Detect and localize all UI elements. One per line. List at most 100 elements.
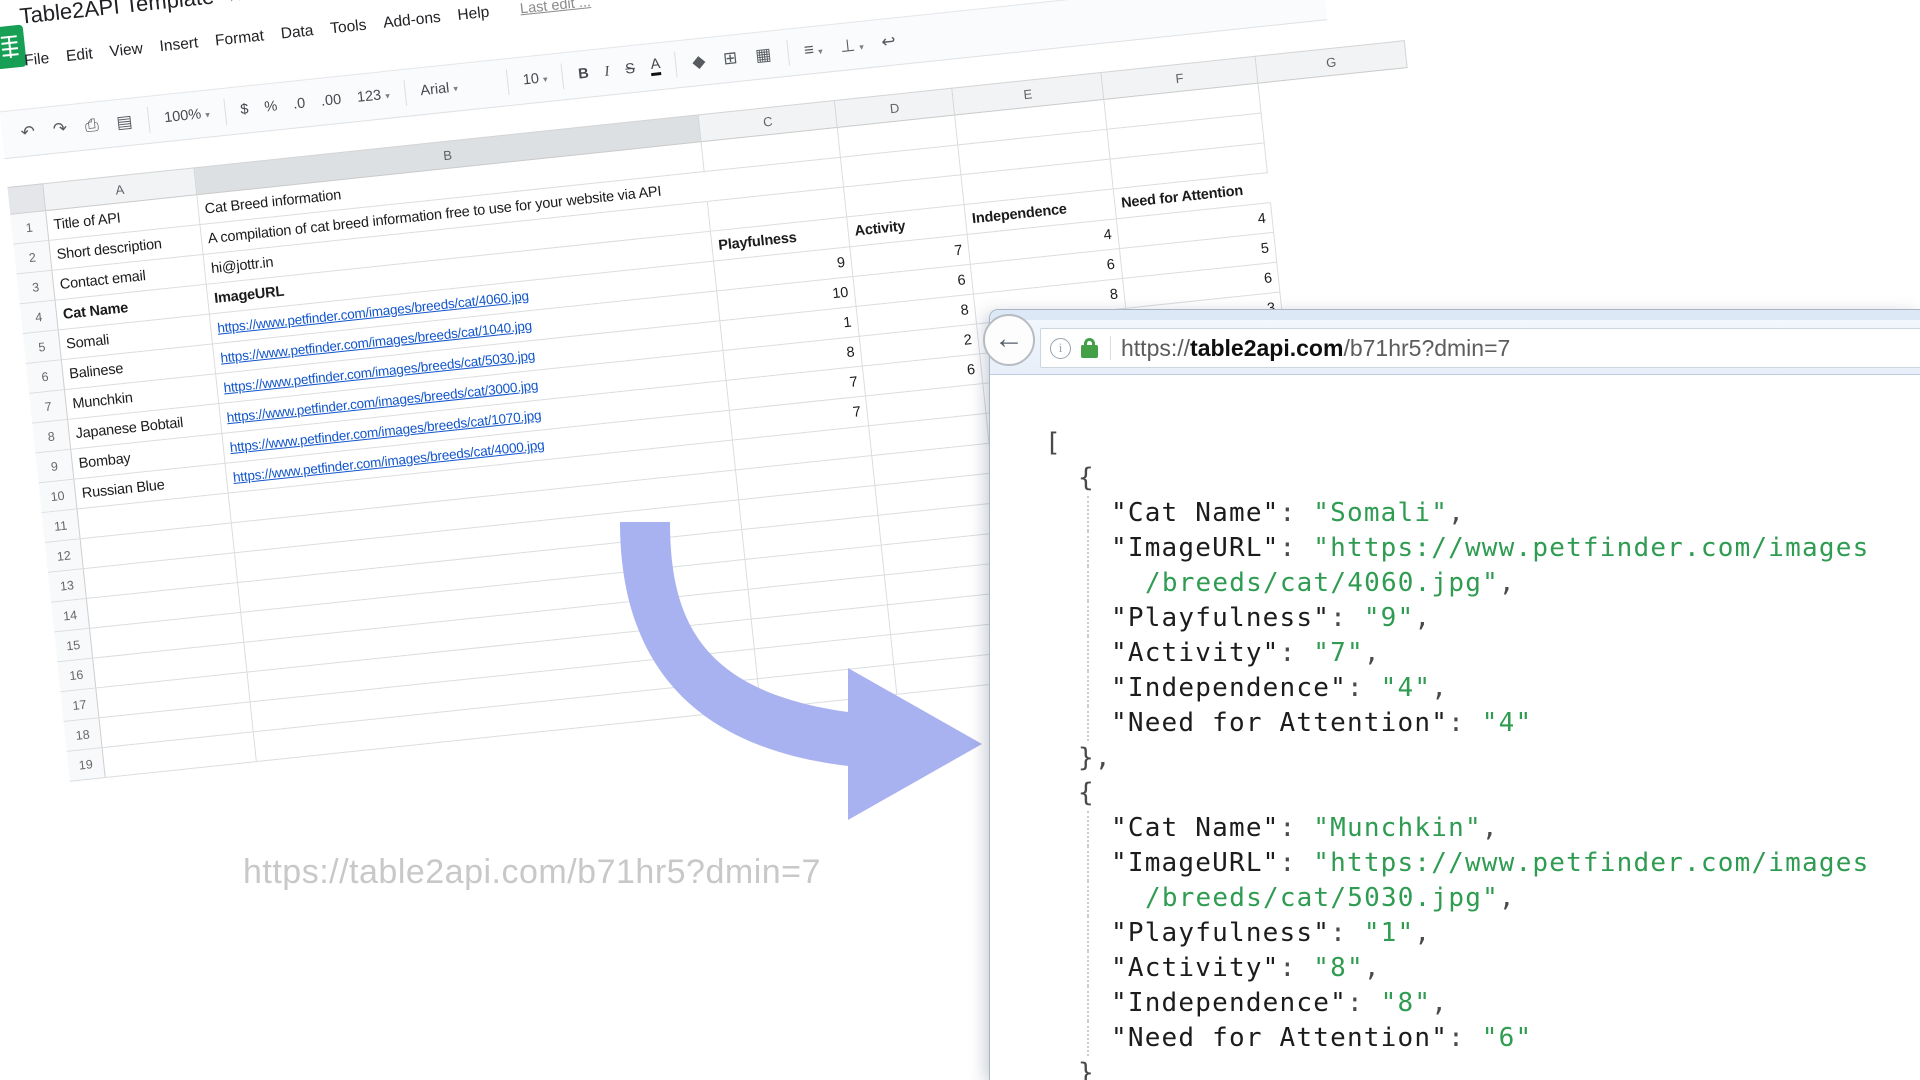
secure-lock-icon[interactable] xyxy=(1081,345,1098,358)
menu-view[interactable]: View xyxy=(109,40,144,61)
json-line-15: "Playfulness": "1", xyxy=(990,916,1920,951)
text-color-button[interactable]: A xyxy=(650,57,661,75)
json-line-16: "Activity": "8", xyxy=(990,951,1920,986)
json-punctuation: , xyxy=(1364,953,1381,983)
last-edit-link[interactable]: Last edit ... xyxy=(519,0,591,17)
menu-add-ons[interactable]: Add-ons xyxy=(382,9,441,33)
bold-button[interactable]: B xyxy=(577,66,589,83)
json-value: "Munchkin" xyxy=(1313,813,1482,843)
paint-format-icon[interactable]: ▤ xyxy=(115,112,133,134)
row-number-15[interactable]: 15 xyxy=(54,629,93,663)
json-response-view: [ { "Cat Name": "Somali","ImageURL": "http… xyxy=(990,375,1920,1080)
row-number-13[interactable]: 13 xyxy=(48,569,87,603)
row-number-2[interactable]: 2 xyxy=(14,241,53,275)
chevron-down-icon: ▾ xyxy=(385,91,391,101)
json-value: "8" xyxy=(1313,953,1364,983)
json-key: "Need for Attention" xyxy=(1111,708,1448,738)
menu-data[interactable]: Data xyxy=(280,22,314,43)
page-info-icon[interactable]: i xyxy=(1050,338,1071,359)
more-formats-button[interactable]: 123▾ xyxy=(356,87,390,106)
row-number-18[interactable]: 18 xyxy=(64,718,103,752)
json-punctuation: , xyxy=(1448,498,1465,528)
document-title[interactable]: Table2API Template xyxy=(18,0,215,30)
menu-edit[interactable]: Edit xyxy=(65,45,93,66)
json-value: /breeds/cat/4060.jpg" xyxy=(1145,568,1499,598)
json-line-4: "ImageURL": "https://www.petfinder.com/i… xyxy=(990,531,1920,566)
json-punctuation: : xyxy=(1448,708,1482,738)
row-number-8[interactable]: 8 xyxy=(32,420,71,454)
url-bar[interactable]: i https://table2api.com/b71hr5?dmin=7 xyxy=(1040,328,1920,368)
font-size-select[interactable]: 10▾ xyxy=(522,70,548,88)
menu-format[interactable]: Format xyxy=(214,27,265,50)
row-number-6[interactable]: 6 xyxy=(26,360,65,394)
row-number-17[interactable]: 17 xyxy=(61,688,100,722)
borders-icon[interactable]: ⊞ xyxy=(722,48,738,69)
row-number-10[interactable]: 10 xyxy=(39,480,78,514)
zoom-select[interactable]: 100%▾ xyxy=(163,105,210,126)
json-value: "9" xyxy=(1364,603,1415,633)
sheet-titlebar: Table2API Template ☆ xyxy=(18,0,275,33)
json-punctuation: , xyxy=(1499,568,1516,598)
toolbar-divider xyxy=(403,80,407,106)
menu-tools[interactable]: Tools xyxy=(329,17,367,39)
row-number-11[interactable]: 11 xyxy=(42,509,81,543)
merge-cells-icon[interactable]: ▦ xyxy=(754,44,772,66)
json-line-3: "Cat Name": "Somali", xyxy=(990,496,1920,531)
toolbar-divider xyxy=(674,51,678,77)
print-icon[interactable]: ⎙ xyxy=(84,115,100,136)
json-value: "6" xyxy=(1482,1023,1533,1053)
json-line-12: "Cat Name": "Munchkin", xyxy=(990,811,1920,846)
row-number-19[interactable]: 19 xyxy=(67,748,106,782)
decrease-decimals-button[interactable]: .0 xyxy=(292,95,306,112)
menu-help[interactable]: Help xyxy=(457,4,491,25)
json-key: "Activity" xyxy=(1111,953,1280,983)
row-number-7[interactable]: 7 xyxy=(29,390,68,424)
json-line-10: }, xyxy=(990,741,1920,776)
back-button[interactable]: ← xyxy=(983,314,1035,366)
row-number-3[interactable]: 3 xyxy=(17,271,56,305)
chevron-down-icon: ▾ xyxy=(205,109,211,119)
json-punctuation: : xyxy=(1330,918,1364,948)
url-domain: table2api.com xyxy=(1190,335,1343,361)
url-scheme: https:// xyxy=(1121,335,1190,361)
row-number-12[interactable]: 12 xyxy=(45,539,84,573)
json-punctuation: : xyxy=(1280,813,1314,843)
increase-decimals-button[interactable]: .00 xyxy=(320,92,342,110)
browser-toolbar: ← i https://table2api.com/b71hr5?dmin=7 xyxy=(990,320,1920,375)
horizontal-align-icon[interactable]: ≡▾ xyxy=(803,39,823,61)
json-punctuation: } xyxy=(1078,1058,1095,1080)
strikethrough-button[interactable]: S xyxy=(625,61,636,78)
redo-icon[interactable]: ↷ xyxy=(52,118,68,139)
row-number-9[interactable]: 9 xyxy=(35,450,74,484)
json-line-18: "Need for Attention": "6" xyxy=(990,1021,1920,1056)
browser-top-strip xyxy=(990,310,1920,320)
row-number-16[interactable]: 16 xyxy=(57,659,96,693)
vertical-align-icon[interactable]: ⊥▾ xyxy=(839,35,864,57)
toolbar-divider xyxy=(223,99,227,125)
format-currency-button[interactable]: $ xyxy=(240,101,250,118)
row-number-14[interactable]: 14 xyxy=(51,599,90,633)
menu-file[interactable]: File xyxy=(23,50,50,71)
json-value: /breeds/cat/5030.jpg" xyxy=(1145,883,1499,913)
row-number-4[interactable]: 4 xyxy=(20,301,59,335)
select-all-corner[interactable] xyxy=(7,183,46,215)
json-punctuation: { xyxy=(1078,778,1095,808)
fill-color-icon[interactable]: ◆ xyxy=(691,51,706,72)
json-punctuation: [ xyxy=(1045,428,1062,458)
json-punctuation: : xyxy=(1280,848,1314,878)
back-arrow-icon: ← xyxy=(994,324,1024,354)
json-punctuation: , xyxy=(1364,638,1381,668)
text-wrap-icon[interactable]: ↩ xyxy=(880,31,896,52)
row-number-1[interactable]: 1 xyxy=(10,211,49,245)
font-select[interactable]: Arial▾ xyxy=(420,76,493,99)
json-punctuation: : xyxy=(1280,498,1314,528)
json-value: "https://www.petfinder.com/images xyxy=(1313,533,1869,563)
json-key: "ImageURL" xyxy=(1111,533,1280,563)
url-text: https://table2api.com/b71hr5?dmin=7 xyxy=(1121,335,1510,362)
format-percent-button[interactable]: % xyxy=(264,98,279,115)
star-icon[interactable]: ☆ xyxy=(225,0,245,8)
undo-icon[interactable]: ↶ xyxy=(20,122,36,143)
row-number-5[interactable]: 5 xyxy=(23,330,62,364)
menu-insert[interactable]: Insert xyxy=(159,34,199,56)
italic-button[interactable]: I xyxy=(604,63,611,80)
